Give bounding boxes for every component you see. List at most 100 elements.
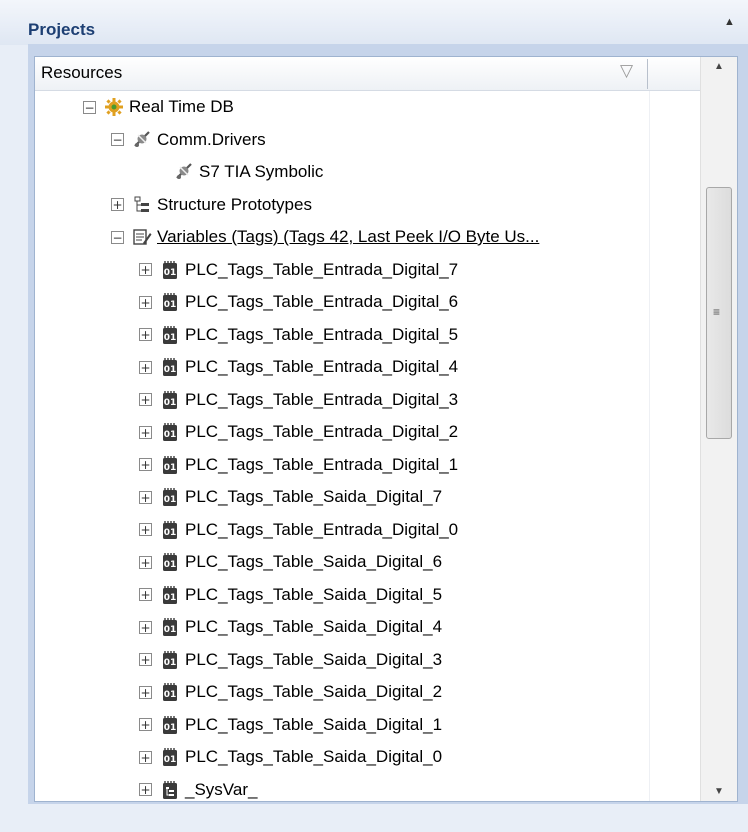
column-header-label: Resources [41,63,123,82]
tree-node-label: PLC_Tags_Table_Saida_Digital_6 [185,552,443,571]
collapse-toggle-icon[interactable]: − [111,133,124,146]
expand-toggle-icon[interactable]: + [139,783,152,796]
tree-node[interactable]: +01 PLC_Tags_Table_Saida_Digital_1 [139,709,442,741]
tree-node[interactable]: +01 PLC_Tags_Table_Entrada_Digital_0 [139,514,458,546]
svg-text:01: 01 [164,723,177,733]
tree-node[interactable]: +01 PLC_Tags_Table_Saida_Digital_0 [139,741,442,773]
tag-group-icon: 01 [160,552,185,572]
tree-node[interactable]: +01 PLC_Tags_Table_Saida_Digital_5 [139,579,442,611]
expand-toggle-icon[interactable]: + [139,718,152,731]
tree-node-label: PLC_Tags_Table_Entrada_Digital_3 [185,389,459,409]
tag-group-icon: 01 [160,357,185,377]
expand-toggle-icon[interactable]: + [139,458,152,471]
tag-group-icon: 01 [160,390,185,410]
tree-node-label: Comm.Drivers [157,129,266,149]
tree-node-label: Variables (Tags) (Tags 42, Last Peek I/O… [157,227,540,246]
tag-group-icon: 01 [160,422,185,442]
tree-node[interactable]: +01 PLC_Tags_Table_Entrada_Digital_5 [139,319,458,351]
tree-node-label: PLC_Tags_Table_Entrada_Digital_4 [185,357,459,376]
svg-text:01: 01 [164,528,177,538]
tag-group-icon: 01 [160,682,185,702]
tag-group-icon: 01 [160,292,185,312]
collapse-toggle-icon[interactable]: − [111,230,124,244]
expand-toggle-icon[interactable]: + [139,425,152,439]
column-divider[interactable] [647,59,648,89]
expand-toggle-icon[interactable]: + [139,360,152,374]
tree-node-label: PLC_Tags_Table_Entrada_Digital_5 [185,324,459,344]
tree-node-label: PLC_Tags_Table_Saida_Digital_7 [185,487,443,506]
tree-node[interactable]: + _SysVar_ [139,774,258,802]
expand-toggle-icon[interactable]: + [139,685,152,699]
tree-node-label: PLC_Tags_Table_Saida_Digital_4 [185,617,443,636]
tree-node[interactable]: +01 PLC_Tags_Table_Saida_Digital_3 [139,644,442,676]
expand-toggle-icon[interactable]: + [139,523,152,536]
column-line [649,91,650,801]
expand-toggle-icon[interactable]: + [139,555,152,569]
svg-text:01: 01 [164,300,177,310]
svg-text:01: 01 [164,365,177,375]
svg-text:01: 01 [164,593,177,603]
tag-group-icon: 01 [160,585,185,605]
expand-toggle-icon[interactable]: + [139,263,152,276]
tag-group-icon: 01 [160,325,185,345]
tree-node[interactable]: +01 PLC_Tags_Table_Entrada_Digital_4 [139,351,458,383]
variables-icon [132,227,157,247]
scroll-up-arrow-icon[interactable]: ▲ [714,61,724,72]
expand-toggle-icon[interactable]: + [139,620,152,634]
tree-node-label: PLC_Tags_Table_Entrada_Digital_0 [185,519,459,539]
scrollbar-thumb[interactable]: ≡ [706,187,732,439]
struct-var-icon [160,780,185,800]
tag-group-icon: 01 [160,747,185,767]
expand-toggle-icon[interactable]: + [139,490,152,504]
svg-text:01: 01 [164,658,177,668]
tree-node-label: PLC_Tags_Table_Saida_Digital_1 [185,714,443,734]
svg-text:01: 01 [164,690,177,700]
triangle-up-icon[interactable]: ▲ [724,16,735,28]
tree-node[interactable]: − Real Time DB [83,91,234,123]
svg-text:01: 01 [164,560,177,570]
tree-node[interactable]: − Comm.Drivers [111,124,266,156]
tree-node[interactable]: +01 PLC_Tags_Table_Entrada_Digital_3 [139,384,458,416]
tree-node[interactable]: S7 TIA Symbolic [153,156,323,188]
expand-toggle-icon[interactable]: + [139,295,152,309]
svg-text:01: 01 [164,268,177,278]
tree-node[interactable]: +01 PLC_Tags_Table_Entrada_Digital_6 [139,286,458,318]
filter-icon[interactable]: ▽ [620,61,633,81]
tag-group-icon: 01 [160,260,185,280]
svg-text:01: 01 [164,463,177,473]
tree-node[interactable]: +01 PLC_Tags_Table_Entrada_Digital_1 [139,449,458,481]
expand-toggle-icon[interactable]: + [139,750,152,764]
column-header-resources[interactable]: Resources ▽ [35,57,701,91]
tree-node-label: PLC_Tags_Table_Saida_Digital_3 [185,649,443,669]
tag-group-icon: 01 [160,455,185,475]
tree-node[interactable]: +01 PLC_Tags_Table_Saida_Digital_7 [139,481,442,513]
tree-node[interactable]: +01 PLC_Tags_Table_Entrada_Digital_2 [139,416,458,448]
expand-toggle-icon[interactable]: + [139,328,152,341]
vertical-scrollbar[interactable]: ▲ ≡ ▼ [700,57,737,801]
scroll-down-arrow-icon[interactable]: ▼ [714,786,724,797]
structure-icon [132,195,157,215]
tree-node[interactable]: − Variables (Tags) (Tags 42, Last Peek I/… [111,221,539,253]
svg-text:01: 01 [164,430,177,440]
tree-node-label: _SysVar_ [185,779,258,799]
svg-text:01: 01 [164,625,177,635]
tree-node[interactable]: +01 PLC_Tags_Table_Saida_Digital_6 [139,546,442,578]
tree-node[interactable]: +01 PLC_Tags_Table_Saida_Digital_2 [139,676,442,708]
tree-node[interactable]: +01 PLC_Tags_Table_Saida_Digital_4 [139,611,442,643]
expand-toggle-icon[interactable]: + [111,198,124,211]
tag-group-icon: 01 [160,617,185,637]
tree-node-label: PLC_Tags_Table_Saida_Digital_2 [185,682,443,701]
project-tree: Resources ▽ ▁▁▁▁ ▁▁▁▁▁▁ ▁▁▁▁▁ ▁▁▁▁▁▁▁▁ −… [34,56,738,802]
tree-node-label: PLC_Tags_Table_Entrada_Digital_7 [185,259,459,279]
tag-group-icon: 01 [160,520,185,540]
svg-text:01: 01 [164,333,177,343]
expand-toggle-icon[interactable]: + [139,588,152,601]
tree-node[interactable]: + Structure Prototypes [111,189,312,221]
svg-text:01: 01 [164,398,177,408]
expand-toggle-icon[interactable]: + [139,653,152,666]
expand-toggle-icon[interactable]: + [139,393,152,406]
tree-node-label: S7 TIA Symbolic [199,162,324,181]
tree-node[interactable]: +01 PLC_Tags_Table_Entrada_Digital_7 [139,254,458,286]
driver-icon [174,162,199,182]
collapse-toggle-icon[interactable]: − [83,100,96,114]
